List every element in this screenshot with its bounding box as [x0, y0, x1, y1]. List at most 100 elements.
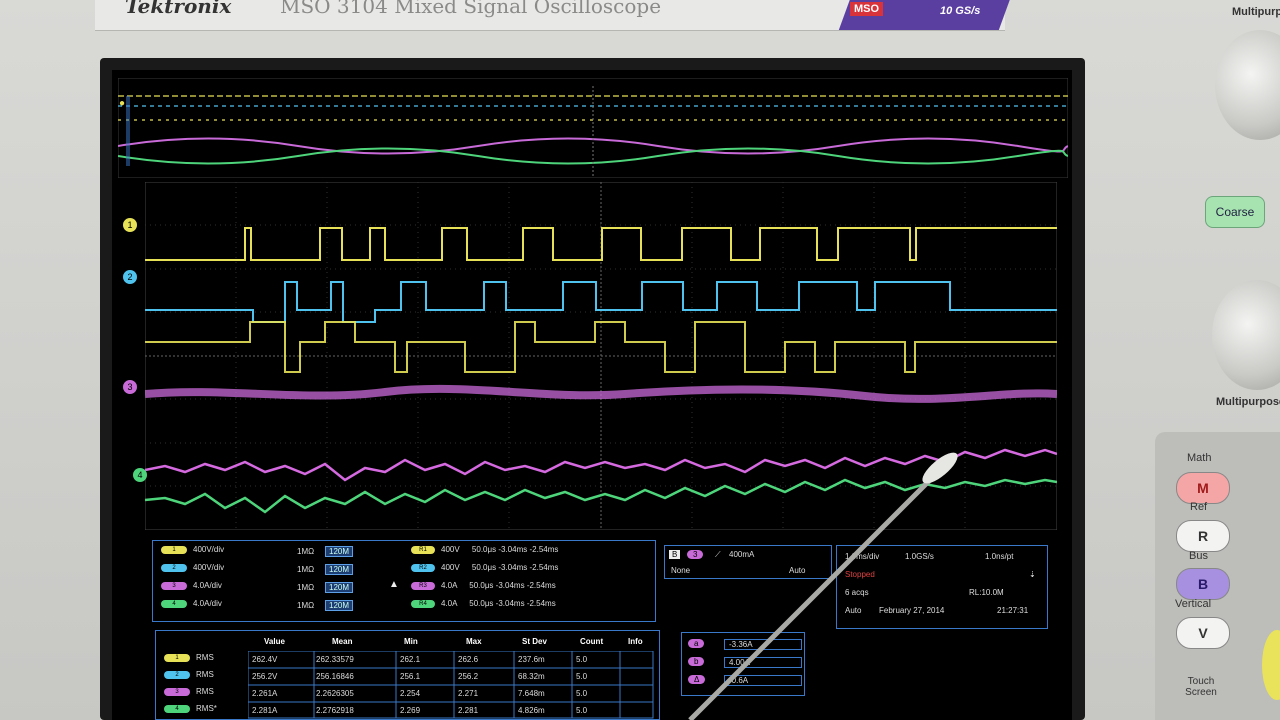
- ref1-scale: 400V: [441, 545, 460, 554]
- ref2-start: -3.04ms: [498, 563, 528, 572]
- bus-button[interactable]: B: [1176, 568, 1230, 600]
- ch1-marker[interactable]: ●: [119, 93, 125, 111]
- ref1-time: 50.0μs: [471, 545, 497, 554]
- ref3-start: -3.04ms: [495, 581, 525, 590]
- row2-value: 256.2V: [252, 672, 278, 681]
- col-min: Min: [404, 637, 418, 646]
- ref-button[interactable]: R: [1176, 520, 1230, 552]
- ch2-chip: 2: [161, 563, 187, 572]
- row2-chip: 2: [164, 670, 190, 679]
- row1-std: 237.6m: [518, 655, 545, 664]
- table-row[interactable]: 3 RMS: [164, 687, 214, 701]
- ref-label: Ref: [1190, 501, 1208, 513]
- ref-row[interactable]: R4 4.0A 50.0μs -3.04ms -2.54ms: [411, 599, 556, 613]
- row4-std: 4.826m: [518, 706, 545, 715]
- trigger-position-icon: ⇣: [1029, 570, 1036, 579]
- record-length: RL:10.0M: [969, 588, 1004, 597]
- ref2-chip: R2: [411, 563, 435, 572]
- time-per-point: 1.0ns/pt: [985, 552, 1014, 561]
- row2-count: 5.0: [576, 672, 588, 681]
- row1-count: 5.0: [576, 655, 588, 664]
- ch1-impedance: 1MΩ: [297, 547, 315, 556]
- channel-row[interactable]: 3 4.0A/div: [161, 581, 222, 595]
- ref1-start: -3.04ms: [498, 545, 528, 554]
- ch3-chip: 3: [161, 581, 187, 590]
- row3-max: 2.271: [458, 689, 479, 698]
- ref-row[interactable]: R3 4.0A 50.0μs -3.04ms -2.54ms: [411, 581, 556, 595]
- row4-value: 2.281A: [252, 706, 278, 715]
- row3-count: 5.0: [576, 689, 588, 698]
- sample-rate-badge: 10 GS/s: [940, 5, 981, 17]
- ref3-end: -2.54ms: [526, 581, 556, 590]
- math-label: Math: [1187, 452, 1212, 464]
- ref2-end: -2.54ms: [529, 563, 559, 572]
- row3-chip: 3: [164, 687, 190, 696]
- row2-max: 256.2: [458, 672, 479, 681]
- ch1-chip: 1: [161, 545, 187, 554]
- table-row[interactable]: 4 RMS*: [164, 704, 217, 718]
- multipurpose-b-label: Multipurpose: [1216, 396, 1280, 408]
- row1-value: 262.4V: [252, 655, 278, 664]
- ref3-scale: 4.0A: [441, 581, 458, 590]
- table-row[interactable]: 2 RMS: [164, 670, 214, 684]
- ch3-bw: 120M: [325, 582, 354, 593]
- ch4-bw: 120M: [325, 600, 354, 611]
- row3-type: RMS: [196, 687, 214, 696]
- ch2-scale: 400V/div: [193, 563, 225, 572]
- row4-count: 5.0: [576, 706, 588, 715]
- col-info: Info: [628, 637, 643, 646]
- table-row[interactable]: 1 RMS: [164, 653, 214, 667]
- bus-label: Bus: [1189, 550, 1208, 562]
- col-value: Value: [264, 637, 285, 646]
- ch1-bw: 120M: [325, 546, 354, 557]
- ch2-bw: 120M: [325, 564, 354, 575]
- mso-badge: MSO: [850, 2, 884, 16]
- ref2-time: 50.0μs: [471, 563, 497, 572]
- row4-min: 2.269: [400, 706, 421, 715]
- ref4-time: 50.0μs: [469, 599, 494, 608]
- vertical-label: Vertical: [1175, 598, 1212, 610]
- ch3-indicator[interactable]: 3: [123, 380, 137, 394]
- ch1-indicator[interactable]: 1: [123, 218, 137, 232]
- row2-min: 256.1: [400, 672, 421, 681]
- brand-logo: Tektronix: [125, 0, 232, 18]
- row4-max: 2.281: [458, 706, 479, 715]
- ch2-indicator[interactable]: 2: [123, 270, 137, 284]
- ref-row[interactable]: R1 400V 50.0μs -3.04ms -2.54ms: [411, 545, 558, 559]
- row2-mean: 256.16846: [316, 672, 354, 681]
- row1-mean: 262.33579: [316, 655, 354, 664]
- touch-screen-label: Touch Screen: [1185, 676, 1217, 698]
- model-name: MSO 3104 Mixed Signal Oscilloscope: [280, 0, 662, 18]
- warning-icon: ▲: [389, 579, 399, 590]
- col-count: Count: [580, 637, 604, 646]
- ref1-chip: R1: [411, 545, 435, 554]
- channel-row[interactable]: 2 400V/div: [161, 563, 224, 577]
- ref4-end: -2.54ms: [526, 599, 556, 608]
- col-mean: Mean: [332, 637, 353, 646]
- row4-mean: 2.2762918: [316, 706, 354, 715]
- row2-std: 68.32m: [518, 672, 545, 681]
- row4-type: RMS*: [196, 704, 217, 713]
- row1-max: 262.6: [458, 655, 479, 664]
- ch4-impedance: 1MΩ: [297, 601, 315, 610]
- stylus-pen: [688, 452, 958, 720]
- channel-row[interactable]: 4 4.0A/div: [161, 599, 222, 613]
- ch2-impedance: 1MΩ: [297, 565, 315, 574]
- row1-chip: 1: [164, 653, 190, 662]
- overview-waveform: [118, 78, 1068, 178]
- row3-value: 2.261A: [252, 689, 278, 698]
- vertical-button[interactable]: V: [1176, 617, 1230, 649]
- ref1-end: -2.54ms: [529, 545, 559, 554]
- channel-settings-panel: 1 400V/div 2 400V/div 3 4.0A/div 4 4.0A/div …: [152, 540, 656, 622]
- ch4-indicator[interactable]: 4: [133, 468, 147, 482]
- row2-type: RMS: [196, 670, 214, 679]
- ref4-start: -3.04ms: [495, 599, 525, 608]
- channel-row[interactable]: 1 400V/div: [161, 545, 224, 559]
- ref4-chip: R4: [411, 599, 435, 608]
- ch4-scale: 4.0A/div: [193, 599, 222, 608]
- row3-mean: 2.2626305: [316, 689, 354, 698]
- coarse-button[interactable]: Coarse: [1205, 196, 1265, 228]
- math-button[interactable]: M: [1176, 472, 1230, 504]
- ref-row[interactable]: R2 400V 50.0μs -3.04ms -2.54ms: [411, 563, 558, 577]
- row1-type: RMS: [196, 653, 214, 662]
